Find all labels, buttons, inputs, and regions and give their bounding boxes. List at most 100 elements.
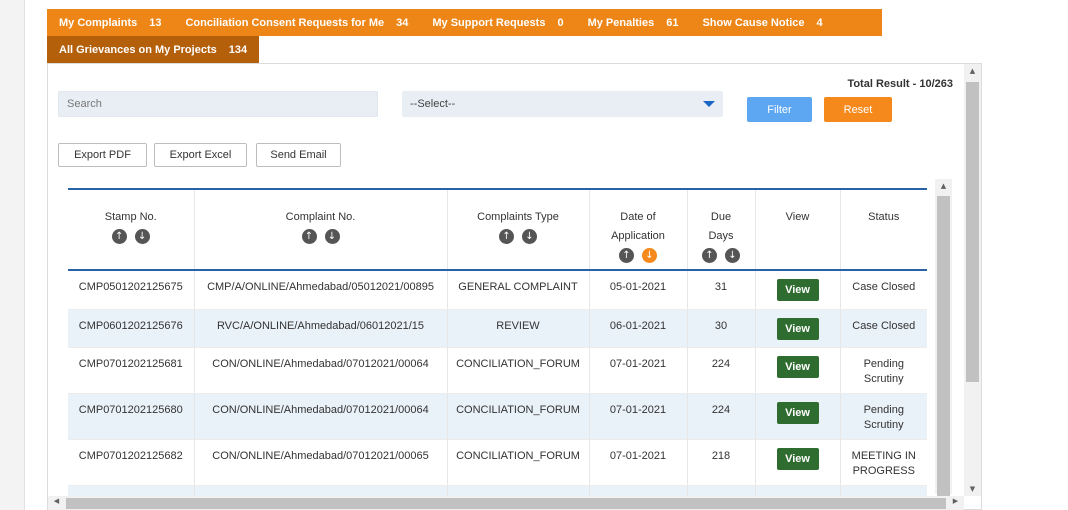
col-status: Status	[840, 190, 927, 271]
total-result: Total Result - 10/263	[847, 78, 953, 90]
search-input[interactable]	[58, 91, 378, 117]
sort-desc-icon[interactable]: ↓	[725, 248, 740, 263]
col-label: Due	[710, 211, 732, 223]
tab-conciliation-consent-requests[interactable]: Conciliation Consent Requests for Me 34	[173, 9, 420, 36]
col-label: Date of	[620, 211, 656, 223]
cell-due: 224	[687, 393, 756, 440]
table-row: CMP0501202125675 CMP/A/ONLINE/Ahmedabad/…	[68, 270, 927, 310]
tab-count: 34	[396, 16, 409, 29]
table-header-row: Stamp No. ↑ ↓ Complaint No. ↑ ↓ Complaints…	[68, 190, 927, 271]
tab-count: 4	[816, 16, 823, 29]
sort-asc-icon[interactable]: ↑	[301, 229, 317, 244]
tab-all-grievances[interactable]: All Grievances on My Projects 134	[47, 36, 259, 63]
sort-asc-icon[interactable]: ↑	[619, 248, 634, 263]
active-tab-row: All Grievances on My Projects 134	[47, 36, 260, 63]
cell-date: 07-01-2021	[589, 393, 688, 440]
scroll-right-icon[interactable]: ▶	[947, 497, 964, 505]
tab-count: 13	[149, 16, 162, 29]
horizontal-scrollbar[interactable]: ◀ ▶	[48, 496, 964, 510]
grievance-panel: Total Result - 10/263 --Select-- Filter …	[47, 63, 982, 510]
sort-desc-icon[interactable]: ↓	[324, 229, 340, 244]
cell-type: CONCILIATION_FORUM	[447, 393, 590, 440]
cell-due: 224	[687, 347, 756, 394]
filter-select[interactable]: --Select--	[402, 91, 723, 117]
cell-type: GENERAL COMPLAINT	[447, 270, 590, 310]
tab-count: 0	[557, 16, 564, 29]
cell-stamp: CMP0701202125680	[68, 393, 195, 440]
export-pdf-button[interactable]: Export PDF	[58, 143, 147, 167]
col-label: Complaints Type	[477, 211, 559, 223]
scroll-down-icon[interactable]: ▼	[964, 485, 981, 493]
filter-button[interactable]: Filter	[747, 97, 812, 122]
scrollbar-thumb[interactable]	[966, 82, 979, 382]
cell-view: View	[755, 309, 841, 348]
col-label: Application	[611, 230, 665, 242]
table-row: CMP0701202125681 CON/ONLINE/Ahmedabad/07…	[68, 347, 927, 394]
table-vertical-scrollbar[interactable]: ▲	[935, 179, 952, 496]
tab-label: Show Cause Notice	[702, 16, 805, 29]
cell-type: REVIEW	[447, 309, 590, 348]
tab-my-complaints[interactable]: My Complaints 13	[47, 9, 173, 36]
tab-label: Conciliation Consent Requests for Me	[185, 16, 385, 29]
cell-status: Case Closed	[840, 270, 927, 310]
view-button[interactable]: View	[776, 447, 819, 470]
panel-vertical-scrollbar[interactable]: ▲ ▼	[964, 64, 981, 496]
view-button[interactable]: View	[776, 401, 819, 424]
tab-bar: My Complaints 13 Conciliation Consent Req…	[47, 9, 882, 36]
col-complaints-type: Complaints Type ↑ ↓	[447, 190, 590, 271]
cell-view: View	[755, 270, 841, 310]
cell-date: 07-01-2021	[589, 439, 688, 486]
cell-view: View	[755, 347, 841, 394]
cell-view: View	[755, 439, 841, 486]
cell-complaint: CON/ONLINE/Ahmedabad/07012021/00065	[194, 439, 448, 486]
sort-desc-icon[interactable]: ↓	[522, 229, 537, 244]
tab-my-penalties[interactable]: My Penalties 61	[576, 9, 691, 36]
table-row: CMP0701202125682 CON/ONLINE/Ahmedabad/07…	[68, 439, 927, 486]
col-label: Stamp No.	[104, 211, 157, 223]
tab-count: 61	[666, 16, 679, 29]
export-excel-button[interactable]: Export Excel	[154, 143, 247, 167]
col-view: View	[755, 190, 841, 271]
tab-label: All Grievances on My Projects	[59, 43, 217, 56]
cell-complaint: CMP/A/ONLINE/Ahmedabad/05012021/00895	[194, 270, 448, 310]
cell-stamp: CMP0701202125682	[68, 439, 195, 486]
cell-due: 218	[687, 439, 756, 486]
cell-stamp: CMP0501202125675	[68, 270, 195, 310]
tab-my-support-requests[interactable]: My Support Requests 0	[420, 9, 575, 36]
cell-date: 07-01-2021	[589, 347, 688, 394]
scrollbar-thumb[interactable]	[66, 498, 946, 509]
reset-button[interactable]: Reset	[824, 97, 892, 122]
sort-asc-icon[interactable]: ↑	[111, 229, 127, 244]
view-button[interactable]: View	[776, 317, 819, 340]
col-label: View	[785, 211, 810, 223]
scrollbar-thumb[interactable]	[937, 196, 950, 496]
select-value: --Select--	[410, 98, 456, 110]
cell-status: Case Closed	[840, 309, 927, 348]
table-row: CMP0701202125680 CON/ONLINE/Ahmedabad/07…	[68, 393, 927, 440]
send-email-button[interactable]: Send Email	[256, 143, 341, 167]
tab-show-cause-notice[interactable]: Show Cause Notice 4	[690, 9, 834, 36]
cell-due: 31	[687, 270, 756, 310]
cell-type: CONCILIATION_FORUM	[447, 439, 590, 486]
col-stamp-no: Stamp No. ↑ ↓	[68, 190, 195, 271]
sort-asc-icon[interactable]: ↑	[702, 248, 717, 263]
scroll-up-icon[interactable]: ▲	[935, 182, 952, 190]
cell-complaint: RVC/A/ONLINE/Ahmedabad/06012021/15	[194, 309, 448, 348]
view-button[interactable]: View	[776, 355, 819, 378]
tab-count: 134	[228, 43, 248, 56]
cell-status: Pending Scrutiny	[840, 347, 927, 394]
table-row: CMP0601202125676 RVC/A/ONLINE/Ahmedabad/…	[68, 309, 927, 348]
cell-type: CONCILIATION_FORUM	[447, 347, 590, 394]
col-due-days: Due Days ↑ ↓	[687, 190, 756, 271]
cell-stamp: CMP0701202125681	[68, 347, 195, 394]
sort-desc-active-icon[interactable]: ↓	[642, 248, 657, 263]
tab-label: My Complaints	[59, 16, 138, 29]
scroll-left-icon[interactable]: ◀	[48, 497, 65, 505]
tab-label: My Support Requests	[432, 16, 546, 29]
sort-desc-icon[interactable]: ↓	[134, 229, 150, 244]
sort-asc-icon[interactable]: ↑	[499, 229, 514, 244]
col-label: Complaint No.	[285, 211, 356, 223]
cell-date: 05-01-2021	[589, 270, 688, 310]
scroll-up-icon[interactable]: ▲	[964, 67, 981, 75]
view-button[interactable]: View	[776, 279, 819, 301]
